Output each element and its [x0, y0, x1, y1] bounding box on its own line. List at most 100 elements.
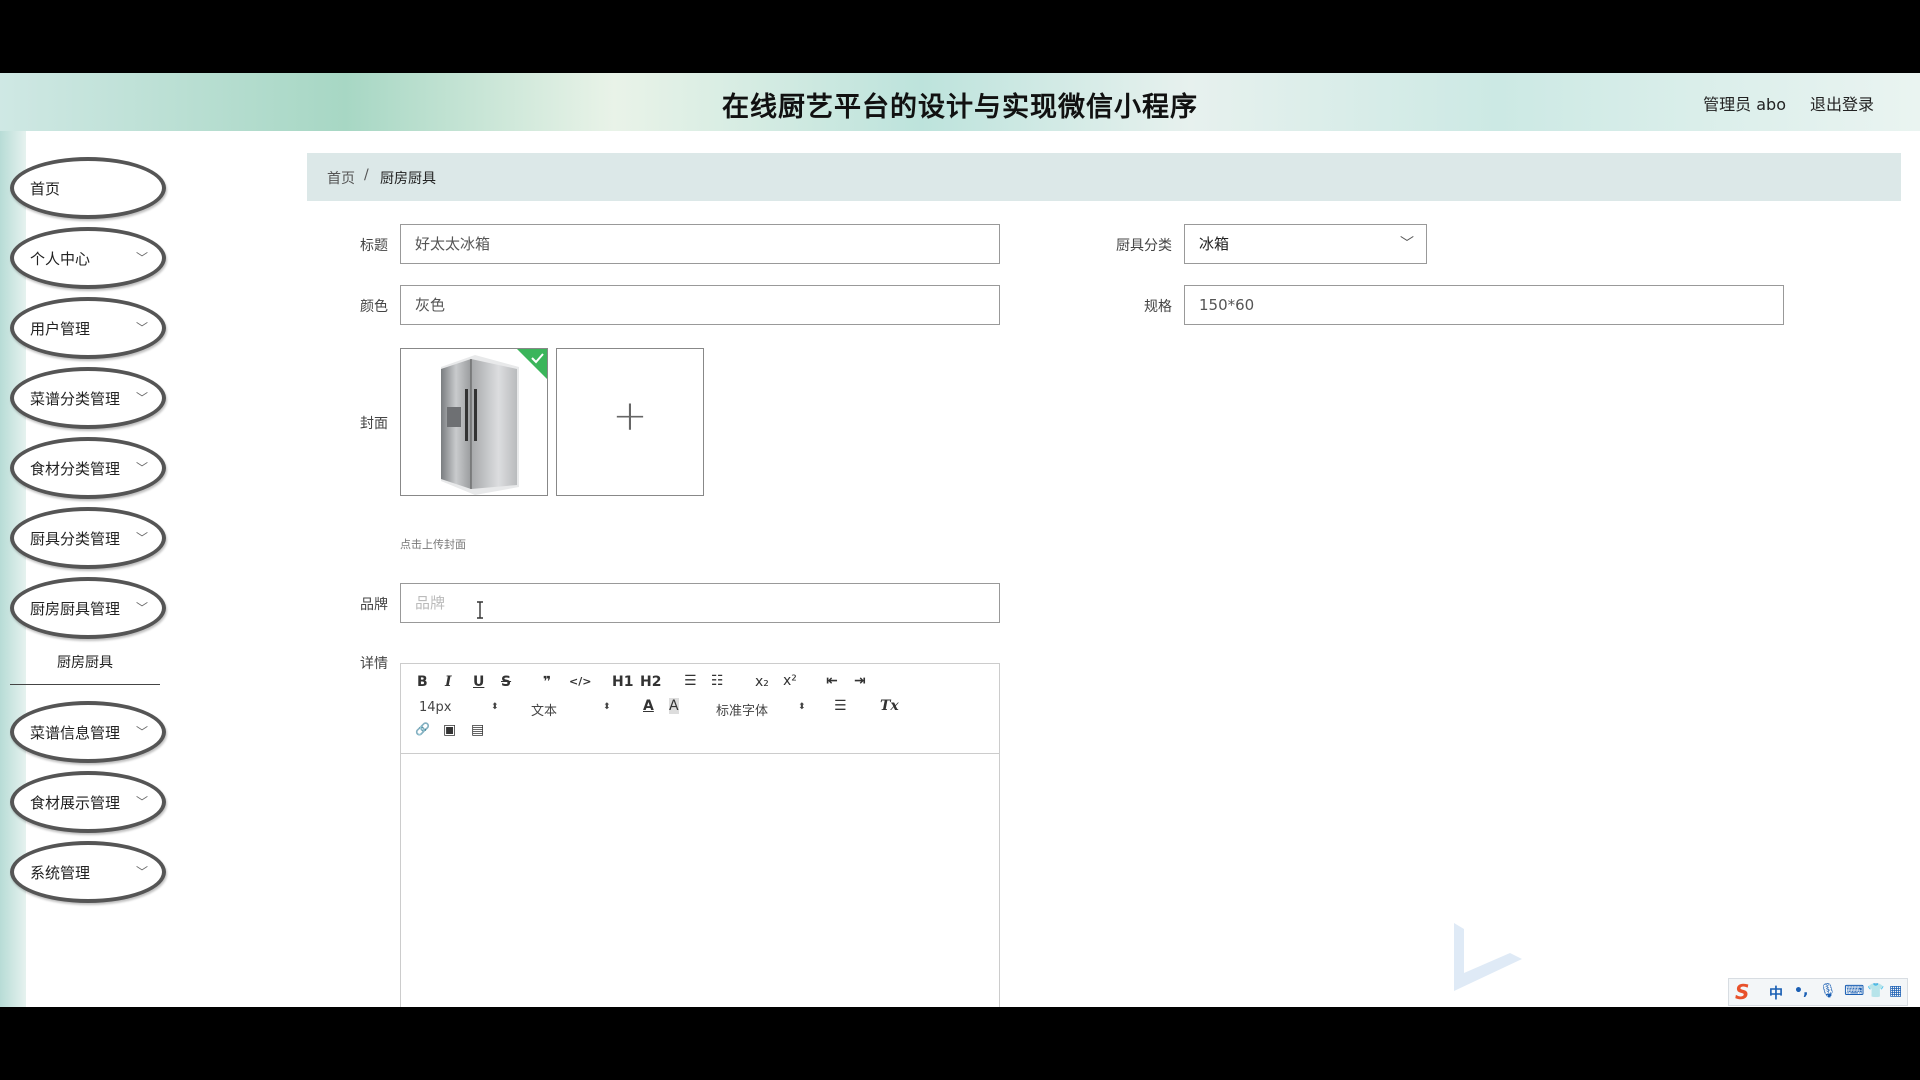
bullet-list-button[interactable]: ☷ — [711, 673, 724, 689]
chevron-down-icon: ﹀ — [135, 391, 148, 405]
blockquote-button[interactable]: ❞ — [543, 674, 551, 690]
sidebar-item-label: 菜谱分类管理 — [30, 390, 121, 408]
code-block-button[interactable]: </> — [569, 675, 591, 688]
cover-upload-hint: 点击上传封面 — [400, 538, 466, 551]
category-select[interactable]: 冰箱 ﹀ — [1184, 224, 1427, 264]
watermark-logo-icon — [1454, 923, 1522, 991]
chevron-down-icon: ﹀ — [135, 795, 148, 809]
sidebar-item-ingredient-display[interactable]: 食材展示管理 ﹀ — [10, 771, 166, 833]
sidebar-item-recipe-category[interactable]: 菜谱分类管理 ﹀ — [10, 367, 166, 429]
link-icon: 🔗 — [415, 722, 430, 736]
sidebar-item-label: 食材分类管理 — [30, 460, 121, 478]
color-input[interactable]: 灰色 — [400, 285, 1000, 325]
ime-mode-indicator[interactable]: 中 — [1769, 983, 1783, 1003]
updown-icon: ⬍ — [491, 702, 499, 712]
background-color-button[interactable]: A — [669, 698, 679, 714]
category-select-value: 冰箱 — [1199, 235, 1230, 253]
superscript-button[interactable]: x² — [783, 673, 797, 689]
sidebar-item-kitchen-utensil[interactable]: 厨房厨具管理 ﹀ — [10, 577, 166, 639]
title-input[interactable]: 好太太冰箱 — [400, 224, 1000, 264]
app-screen: 在线厨艺平台的设计与实现微信小程序 管理员 abo 退出登录 首页 个人中心 ﹀… — [0, 73, 1920, 1007]
sidebar-item-personal-center[interactable]: 个人中心 ﹀ — [10, 227, 166, 289]
breadcrumb-separator: / — [364, 167, 369, 183]
chevron-down-icon: ﹀ — [135, 321, 148, 335]
font-size-value: 14px — [419, 700, 452, 715]
title-label: 标题 — [360, 238, 388, 254]
sidebar-item-ingredient-category[interactable]: 食材分类管理 ﹀ — [10, 437, 166, 499]
editor-content-area[interactable] — [401, 755, 999, 1005]
app-title: 在线厨艺平台的设计与实现微信小程序 — [722, 92, 1198, 123]
updown-icon: ⬍ — [603, 702, 611, 712]
heading1-button[interactable]: H1 — [612, 674, 633, 690]
strike-button[interactable]: S — [501, 674, 511, 690]
plus-icon: + — [612, 391, 648, 440]
sidebar-item-label: 厨具分类管理 — [30, 530, 121, 548]
clear-format-button[interactable]: Tx — [880, 698, 899, 714]
image-icon: ▣ — [443, 722, 457, 738]
uploaded-check-icon — [517, 349, 547, 379]
logout-button[interactable]: 退出登录 — [1810, 91, 1874, 115]
cover-upload-button[interactable]: + — [556, 348, 704, 496]
outdent-button[interactable]: ⇤ — [826, 673, 838, 689]
keyboard-icon[interactable]: ⌨ — [1844, 983, 1864, 999]
image-button[interactable]: ▣ — [443, 722, 456, 738]
microphone-icon[interactable]: 🎙 — [1819, 983, 1837, 999]
font-family-value: 标准字体 — [716, 704, 769, 719]
font-color-button[interactable]: A — [643, 698, 654, 714]
sidebar-item-label: 系统管理 — [30, 864, 91, 882]
chevron-down-icon: ﹀ — [135, 531, 148, 545]
link-button[interactable]: 🔗 — [415, 722, 430, 736]
sidebar-item-user-management[interactable]: 用户管理 ﹀ — [10, 297, 166, 359]
breadcrumb-current: 厨房厨具 — [380, 171, 436, 187]
detail-label: 详情 — [360, 656, 388, 672]
ime-punct-indicator[interactable]: •, — [1794, 983, 1808, 999]
underline-button[interactable]: U — [473, 674, 484, 690]
heading2-button[interactable]: H2 — [640, 674, 661, 690]
sidebar-item-label: 首页 — [30, 180, 61, 198]
font-family-select[interactable]: 标准字体 ⬍ — [716, 700, 812, 719]
sidebar-item-label: 用户管理 — [30, 320, 91, 338]
ime-toolbar[interactable]: S 中 •, 🎙 ⌨ 👕 ▦ — [1728, 978, 1908, 1006]
detail-rich-editor: B I U S ❞ </> H1 H2 ☰ ☷ x₂ x² ⇤ ⇥ 14px ⬍… — [400, 663, 1000, 1007]
indent-button[interactable]: ⇥ — [854, 673, 866, 689]
cover-label: 封面 — [360, 416, 388, 432]
ime-logo-icon: S — [1735, 980, 1750, 1004]
italic-button[interactable]: I — [445, 674, 452, 690]
cover-thumbnail[interactable] — [400, 348, 548, 496]
brand-label: 品牌 — [360, 597, 388, 613]
chevron-down-icon: ﹀ — [135, 865, 148, 879]
skin-icon[interactable]: 👕 — [1867, 983, 1884, 999]
color-label: 颜色 — [360, 299, 388, 315]
breadcrumb-home[interactable]: 首页 — [327, 168, 355, 188]
spec-label: 规格 — [1144, 299, 1172, 315]
sidebar-subitem-kitchen-utensil[interactable]: 厨房厨具 — [10, 641, 160, 685]
current-user-label: 管理员 abo — [1703, 95, 1786, 114]
sidebar-item-label: 食材展示管理 — [30, 794, 121, 812]
format-select[interactable]: 文本 ⬍ — [531, 700, 617, 719]
chevron-down-icon: ﹀ — [135, 251, 148, 265]
spec-input[interactable]: 150*60 — [1184, 285, 1784, 325]
sidebar-item-system[interactable]: 系统管理 ﹀ — [10, 841, 166, 903]
breadcrumb: 首页 / 厨房厨具 — [307, 153, 1901, 201]
sidebar-item-recipe-info[interactable]: 菜谱信息管理 ﹀ — [10, 701, 166, 763]
format-value: 文本 — [531, 704, 558, 719]
align-button[interactable]: ☰ — [834, 698, 847, 714]
video-button[interactable]: ▤ — [471, 722, 484, 738]
ordered-list-button[interactable]: ☰ — [684, 673, 697, 689]
brand-input[interactable]: 品牌 — [400, 583, 1000, 623]
sidebar-item-label: 个人中心 — [30, 250, 91, 268]
category-label: 厨具分类 — [1116, 238, 1172, 254]
top-header: 在线厨艺平台的设计与实现微信小程序 管理员 abo 退出登录 — [0, 73, 1920, 131]
subscript-button[interactable]: x₂ — [755, 674, 769, 690]
sidebar-item-label: 厨房厨具管理 — [30, 600, 121, 618]
sidebar-item-utensil-category[interactable]: 厨具分类管理 ﹀ — [10, 507, 166, 569]
updown-icon: ⬍ — [798, 702, 806, 712]
grid-menu-icon[interactable]: ▦ — [1889, 983, 1902, 999]
font-size-select[interactable]: 14px ⬍ — [419, 700, 505, 715]
bold-button[interactable]: B — [417, 674, 428, 690]
sidebar-item-home[interactable]: 首页 — [10, 157, 166, 219]
editor-toolbar: B I U S ❞ </> H1 H2 ☰ ☷ x₂ x² ⇤ ⇥ 14px ⬍… — [401, 664, 999, 754]
text-cursor-icon — [477, 601, 483, 619]
chevron-down-icon: ﹀ — [135, 725, 148, 739]
chevron-down-icon: ﹀ — [1400, 236, 1414, 252]
